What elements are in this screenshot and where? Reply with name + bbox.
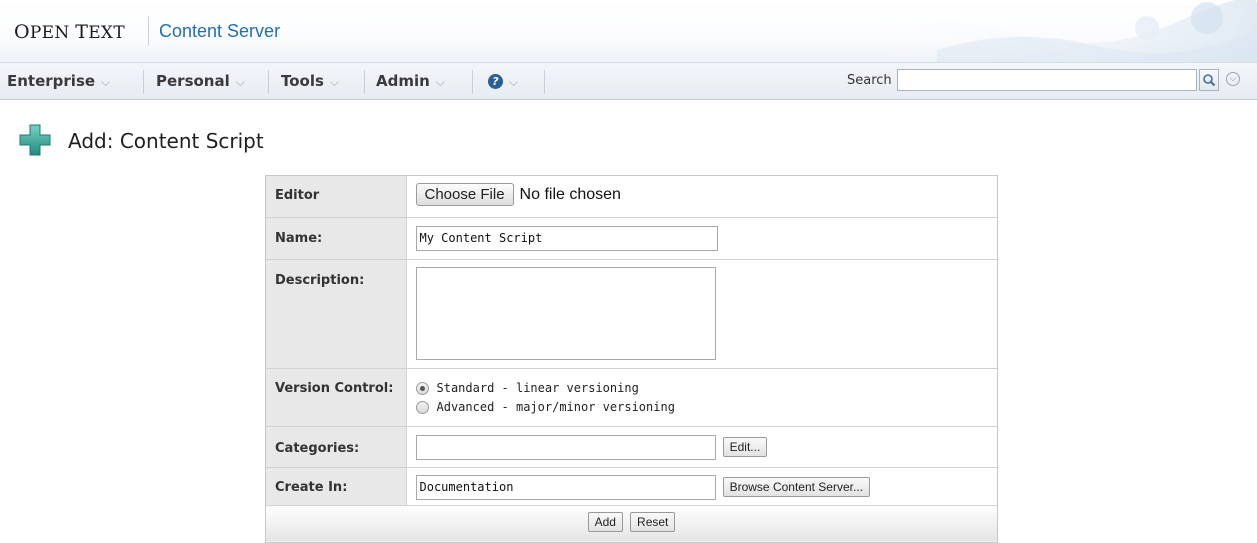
nav-divider (143, 70, 144, 94)
create-in-input[interactable]: Documentation (415, 474, 716, 500)
form-row-description: Description: (266, 259, 997, 369)
plus-icon (19, 124, 51, 156)
product-name: Content Server (159, 21, 281, 41)
search-label: Search (847, 73, 892, 88)
nav-divider (472, 70, 473, 94)
form-row-create-in: Create In: Documentation Browse Content … (266, 467, 997, 506)
form-row-version-control: Version Control: Standard - linear versi… (266, 368, 998, 427)
file-status: No file chosen (519, 186, 621, 203)
top-header: OPEN TEXT Content Server (0, 0, 1257, 62)
form-actions-row: Add Reset (266, 505, 997, 542)
reset-button[interactable]: Reset (630, 511, 676, 532)
search-icon (1203, 74, 1216, 87)
nav-tools[interactable]: Tools ⌵ (281, 63, 339, 99)
editor-label: Editor (266, 176, 407, 218)
version-option-standard[interactable]: Standard - linear versioning (415, 379, 998, 398)
chevron-down-icon: ⌵ (329, 75, 340, 89)
create-in-label: Create In: (266, 467, 407, 506)
form-table: Editor Choose File No file chosen Name: M… (266, 176, 997, 542)
form-row-name: Name: My Content Script (266, 217, 997, 260)
page-title: Add: Content Script (68, 129, 264, 153)
add-button[interactable]: Add (587, 511, 623, 532)
version-option-advanced[interactable]: Advanced - major/minor versioning (415, 398, 998, 417)
chevron-down-icon: ⌵ (235, 75, 245, 89)
form-row-editor: Editor Choose File No file chosen (266, 176, 997, 218)
browse-content-server-button[interactable]: Browse Content Server... (722, 476, 870, 497)
nav-admin[interactable]: Admin ⌵ (376, 63, 445, 99)
header-divider (148, 16, 149, 46)
choose-file-button[interactable]: Choose File (415, 183, 514, 206)
radio-advanced[interactable] (415, 400, 429, 414)
chevron-down-icon: ⌵ (101, 75, 111, 89)
nav-personal[interactable]: Personal ⌵ (156, 63, 245, 99)
search-options-icon[interactable]: ⌵ (1226, 72, 1240, 86)
search-button[interactable] (1199, 69, 1219, 91)
description-textarea[interactable] (415, 266, 716, 360)
chevron-down-icon: ⌵ (509, 75, 519, 89)
categories-label: Categories: (266, 426, 407, 468)
radio-standard[interactable] (415, 381, 429, 395)
nav-enterprise[interactable]: Enterprise ⌵ (7, 63, 110, 99)
form-row-categories: Categories: Edit... (266, 426, 997, 468)
categories-input[interactable] (415, 434, 716, 460)
edit-categories-button[interactable]: Edit... (722, 436, 768, 457)
description-label: Description: (266, 259, 407, 369)
chevron-down-icon: ⌵ (435, 75, 445, 89)
add-content-script-form: Editor Choose File No file chosen Name: M… (265, 175, 998, 543)
name-input[interactable]: My Content Script (415, 225, 718, 251)
header-decoration (857, 0, 1257, 62)
search-input[interactable] (897, 69, 1197, 91)
nav-divider (544, 70, 545, 94)
name-label: Name: (266, 217, 407, 260)
main-navigation: Enterprise ⌵ Personal ⌵ Tools ⌵ Admin ⌵ ? ⌵ S… (0, 62, 1257, 100)
opentext-logo: OPEN TEXT (14, 21, 125, 43)
nav-help[interactable]: ? ⌵ (488, 63, 518, 99)
nav-divider (268, 70, 269, 94)
nav-divider (364, 70, 365, 94)
version-control-label: Version Control: (266, 368, 407, 427)
help-icon: ? (488, 74, 503, 89)
